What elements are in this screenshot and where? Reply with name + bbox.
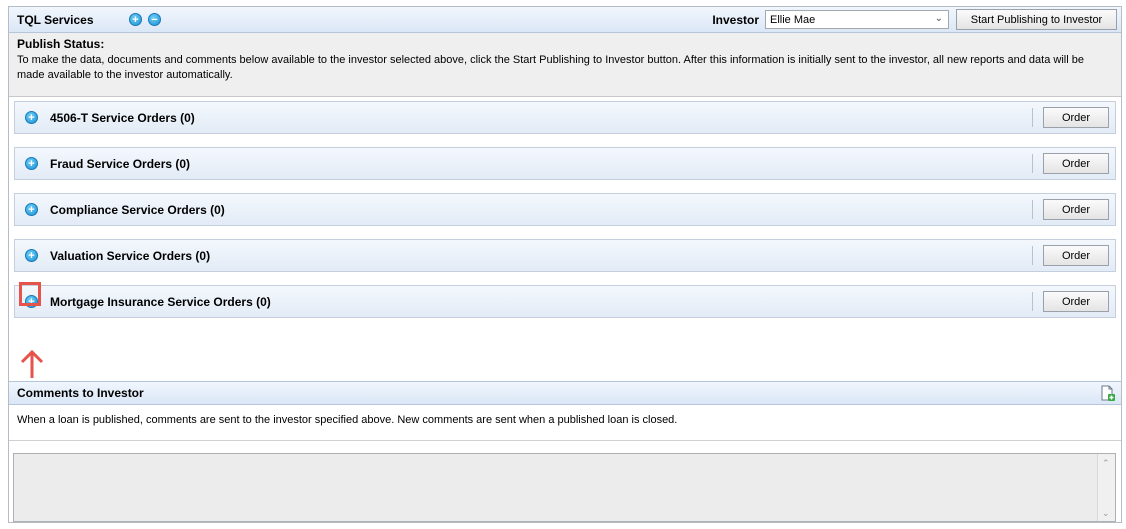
section-compliance: + Compliance Service Orders (0) Order	[14, 193, 1116, 226]
divider	[1032, 200, 1033, 219]
order-button[interactable]: Order	[1043, 107, 1109, 128]
order-button[interactable]: Order	[1043, 291, 1109, 312]
investor-selected-value: Ellie Mae	[770, 13, 816, 26]
up-arrow-icon	[20, 349, 44, 378]
comment-scrollbar[interactable]: ⌃ ⌄	[1097, 454, 1115, 521]
add-comment-icon[interactable]	[1101, 385, 1115, 401]
section-label: Compliance Service Orders (0)	[50, 202, 225, 217]
tql-services-panel: TQL Services + − Investor Ellie Mae ⌄ St…	[8, 6, 1122, 523]
start-publishing-button[interactable]: Start Publishing to Investor	[956, 9, 1117, 30]
section-mortgage-insurance: + Mortgage Insurance Service Orders (0) …	[14, 282, 1116, 318]
section-valuation: + Valuation Service Orders (0) Order	[14, 239, 1116, 272]
expand-plus-icon[interactable]: +	[25, 249, 38, 262]
scroll-down-icon[interactable]: ⌄	[1102, 508, 1110, 519]
section-label: Fraud Service Orders (0)	[50, 156, 191, 171]
expand-plus-icon[interactable]: +	[25, 157, 38, 170]
comment-text-area[interactable]: ⌃ ⌄	[13, 453, 1116, 522]
expand-all-icon[interactable]: +	[129, 13, 142, 26]
publish-status-text: To make the data, documents and comments…	[17, 54, 1084, 81]
section-label: Valuation Service Orders (0)	[50, 248, 211, 263]
panel-title: TQL Services	[17, 12, 94, 27]
scroll-up-icon[interactable]: ⌃	[1102, 458, 1110, 469]
order-button[interactable]: Order	[1043, 199, 1109, 220]
panel-header: TQL Services + − Investor Ellie Mae ⌄ St…	[9, 7, 1121, 33]
publish-status: Publish Status: To make the data, docume…	[9, 33, 1121, 97]
section-fraud: + Fraud Service Orders (0) Order	[14, 147, 1116, 180]
section-label: Mortgage Insurance Service Orders (0)	[50, 294, 271, 309]
comments-header: Comments to Investor	[9, 381, 1121, 405]
divider	[1032, 154, 1033, 173]
highlight-box	[19, 282, 41, 306]
expand-plus-icon[interactable]: +	[25, 111, 38, 124]
section-label: 4506-T Service Orders (0)	[50, 110, 195, 125]
comments-panel: Comments to Investor When a loan is publ…	[9, 381, 1121, 522]
chevron-down-icon: ⌄	[934, 13, 943, 24]
comments-info-text: When a loan is published, comments are s…	[9, 405, 1121, 441]
order-button[interactable]: Order	[1043, 245, 1109, 266]
section-4506t: + 4506-T Service Orders (0) Order	[14, 101, 1116, 134]
divider	[1032, 292, 1033, 311]
expand-plus-icon[interactable]: +	[25, 203, 38, 216]
comments-title: Comments to Investor	[17, 386, 144, 400]
divider	[1032, 108, 1033, 127]
service-order-sections: + 4506-T Service Orders (0) Order + Frau…	[9, 101, 1121, 318]
investor-dropdown[interactable]: Ellie Mae ⌄	[765, 10, 949, 29]
publish-status-title: Publish Status:	[17, 37, 105, 51]
order-button[interactable]: Order	[1043, 153, 1109, 174]
divider	[1032, 246, 1033, 265]
collapse-all-icon[interactable]: −	[148, 13, 161, 26]
investor-label: Investor	[712, 12, 759, 27]
